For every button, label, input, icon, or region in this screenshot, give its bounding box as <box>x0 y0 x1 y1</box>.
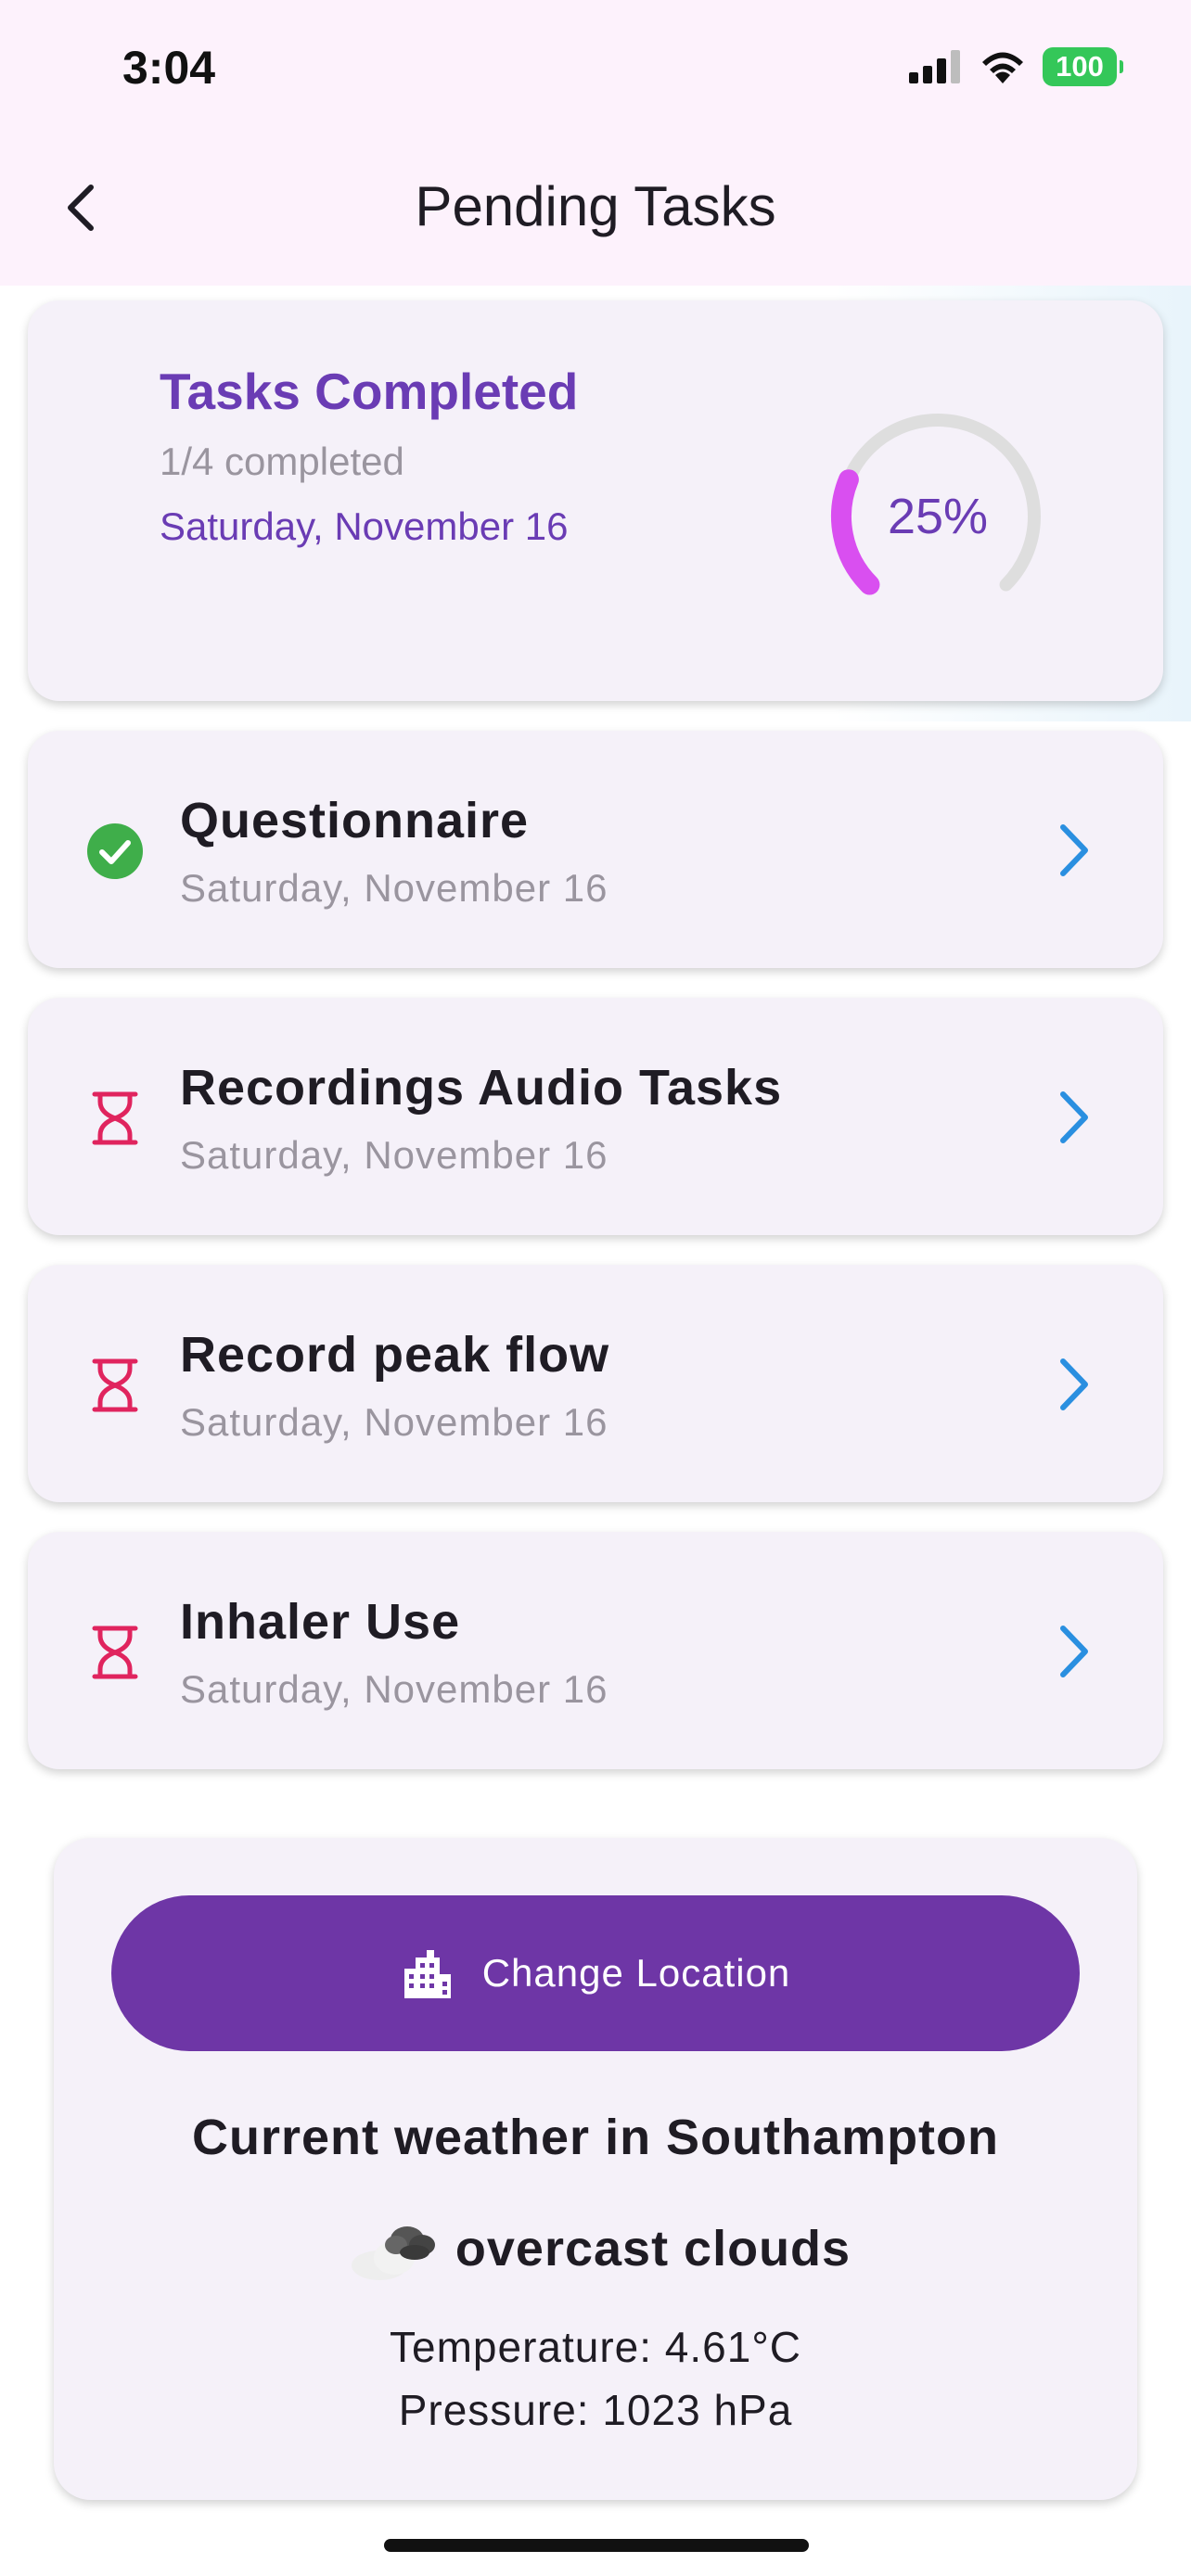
check-circle-icon <box>87 823 143 879</box>
cellular-signal-icon <box>909 50 960 83</box>
cloud-icon <box>351 2226 435 2280</box>
completed-count: 1/4 completed <box>160 440 404 483</box>
task-card-questionnaire[interactable]: Questionnaire Saturday, November 16 <box>28 731 1163 968</box>
weather-temperature: Temperature: 4.61°C <box>390 2323 801 2371</box>
hourglass-icon <box>92 1358 138 1412</box>
task-title: Record peak flow <box>180 1327 610 1383</box>
battery-icon: 100 <box>1043 47 1123 86</box>
progress-label: 25% <box>887 489 989 544</box>
chevron-right-icon <box>1060 1091 1088 1143</box>
weather-description: overcast clouds <box>455 2221 852 2276</box>
status-bar: 3:04 100 <box>0 0 1191 139</box>
status-time: 3:04 <box>122 42 216 94</box>
status-icons: 100 <box>909 46 1123 87</box>
hourglass-icon <box>92 1626 138 1679</box>
task-title: Inhaler Use <box>180 1594 461 1650</box>
task-date: Saturday, November 16 <box>180 866 608 910</box>
progress-gauge: 25% <box>822 401 1054 632</box>
weather-description-row: overcast clouds <box>54 2207 1137 2290</box>
home-indicator[interactable] <box>384 2539 809 2552</box>
task-card-recordings-audio[interactable]: Recordings Audio Tasks Saturday, Novembe… <box>28 998 1163 1235</box>
chevron-right-icon <box>1060 1358 1088 1410</box>
chevron-right-icon <box>1060 1626 1088 1677</box>
summary-card: Tasks Completed 1/4 completed Saturday, … <box>28 300 1163 701</box>
wifi-icon <box>982 52 1023 83</box>
page-title: Pending Tasks <box>415 175 776 237</box>
task-date: Saturday, November 16 <box>180 1133 608 1177</box>
task-title: Questionnaire <box>180 793 530 848</box>
change-location-label: Change Location <box>481 1951 791 1995</box>
change-location-button[interactable]: Change Location <box>111 1895 1080 2051</box>
task-card-inhaler-use[interactable]: Inhaler Use Saturday, November 16 <box>28 1532 1163 1769</box>
task-card-record-peak-flow[interactable]: Record peak flow Saturday, November 16 <box>28 1265 1163 1502</box>
task-date: Saturday, November 16 <box>180 1667 608 1711</box>
summary-date: Saturday, November 16 <box>160 504 569 548</box>
hourglass-icon <box>92 1091 138 1145</box>
weather-card: Change Location Current weather in South… <box>54 1838 1137 2500</box>
summary-title: Tasks Completed <box>160 363 579 420</box>
weather-title: Current weather in Southampton <box>191 2110 1000 2165</box>
chevron-right-icon <box>1060 824 1088 876</box>
task-date: Saturday, November 16 <box>180 1400 608 1444</box>
location-city-icon <box>403 1950 451 1998</box>
nav-bar: Pending Tasks <box>0 148 1191 269</box>
weather-pressure: Pressure: 1023 hPa <box>398 2386 793 2434</box>
task-title: Recordings Audio Tasks <box>180 1060 783 1116</box>
